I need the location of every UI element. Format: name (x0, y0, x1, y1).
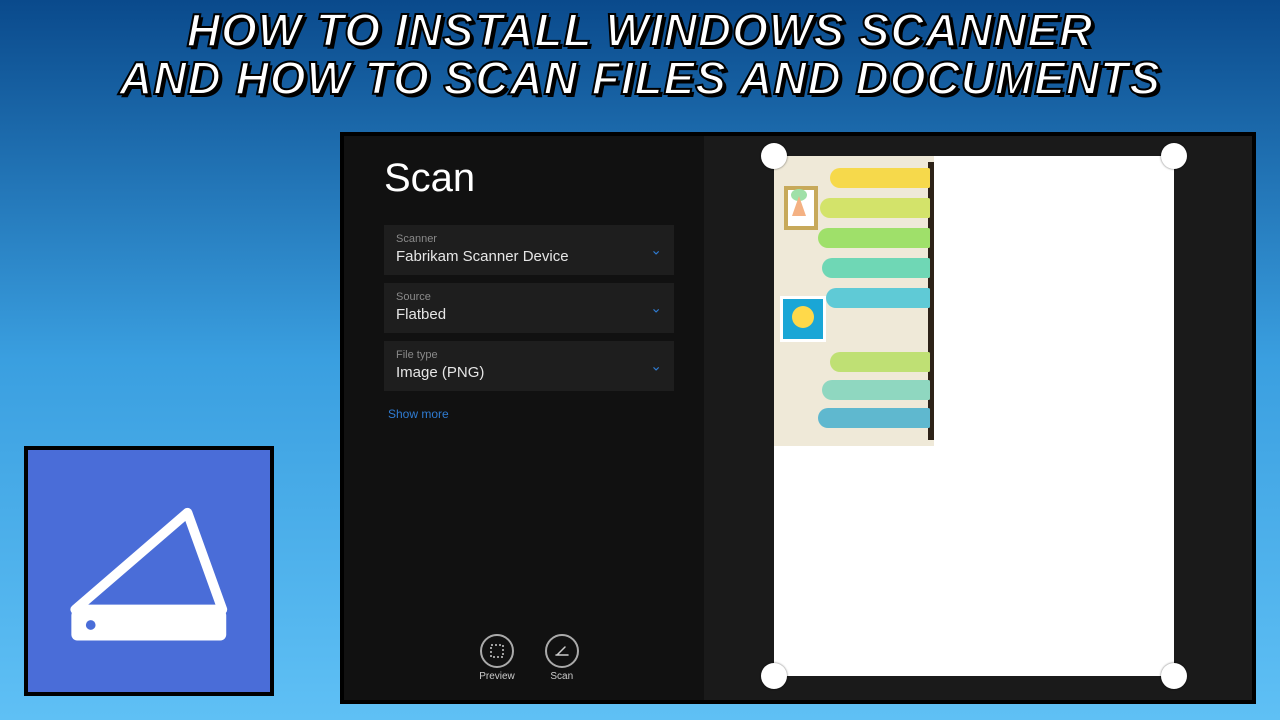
scan-icon (545, 634, 579, 668)
preview-label: Preview (479, 671, 515, 682)
chevron-down-icon: ⌄ (650, 242, 662, 259)
scan-button[interactable]: Scan (545, 634, 579, 682)
scanner-app-logo (24, 446, 274, 696)
scanner-label: Scanner (396, 233, 662, 245)
source-dropdown[interactable]: Source Flatbed ⌄ (384, 283, 674, 333)
source-label: Source (396, 291, 662, 303)
settings-panel: Scan Scanner Fabrikam Scanner Device ⌄ S… (344, 136, 704, 700)
crop-handle-bottom-left[interactable] (761, 663, 787, 689)
filetype-label: File type (396, 349, 662, 361)
crop-handle-top-right[interactable] (1161, 143, 1187, 169)
headline-line-1: HOW TO INSTALL WINDOWS SCANNER (0, 6, 1280, 54)
preview-icon (480, 634, 514, 668)
command-bar: Preview Scan (384, 634, 674, 690)
chevron-down-icon: ⌄ (650, 300, 662, 317)
preview-button[interactable]: Preview (479, 634, 515, 682)
scan-app-window: Scan Scanner Fabrikam Scanner Device ⌄ S… (340, 132, 1256, 704)
scanner-icon (52, 474, 246, 668)
source-value: Flatbed (396, 306, 662, 323)
scanner-dropdown[interactable]: Scanner Fabrikam Scanner Device ⌄ (384, 225, 674, 275)
tutorial-headline: HOW TO INSTALL WINDOWS SCANNER AND HOW T… (0, 0, 1280, 103)
headline-line-2: AND HOW TO SCAN FILES AND DOCUMENTS (0, 54, 1280, 102)
chevron-down-icon: ⌄ (650, 358, 662, 375)
filetype-value: Image (PNG) (396, 364, 662, 381)
app-title: Scan (384, 156, 674, 201)
scanned-photo (774, 156, 934, 446)
filetype-dropdown[interactable]: File type Image (PNG) ⌄ (384, 341, 674, 391)
scan-label: Scan (550, 671, 573, 682)
crop-handle-bottom-right[interactable] (1161, 663, 1187, 689)
preview-area[interactable] (704, 136, 1252, 700)
crop-handle-top-left[interactable] (761, 143, 787, 169)
show-more-link[interactable]: Show more (388, 407, 674, 421)
scan-page (774, 156, 1174, 676)
scanner-value: Fabrikam Scanner Device (396, 248, 662, 265)
